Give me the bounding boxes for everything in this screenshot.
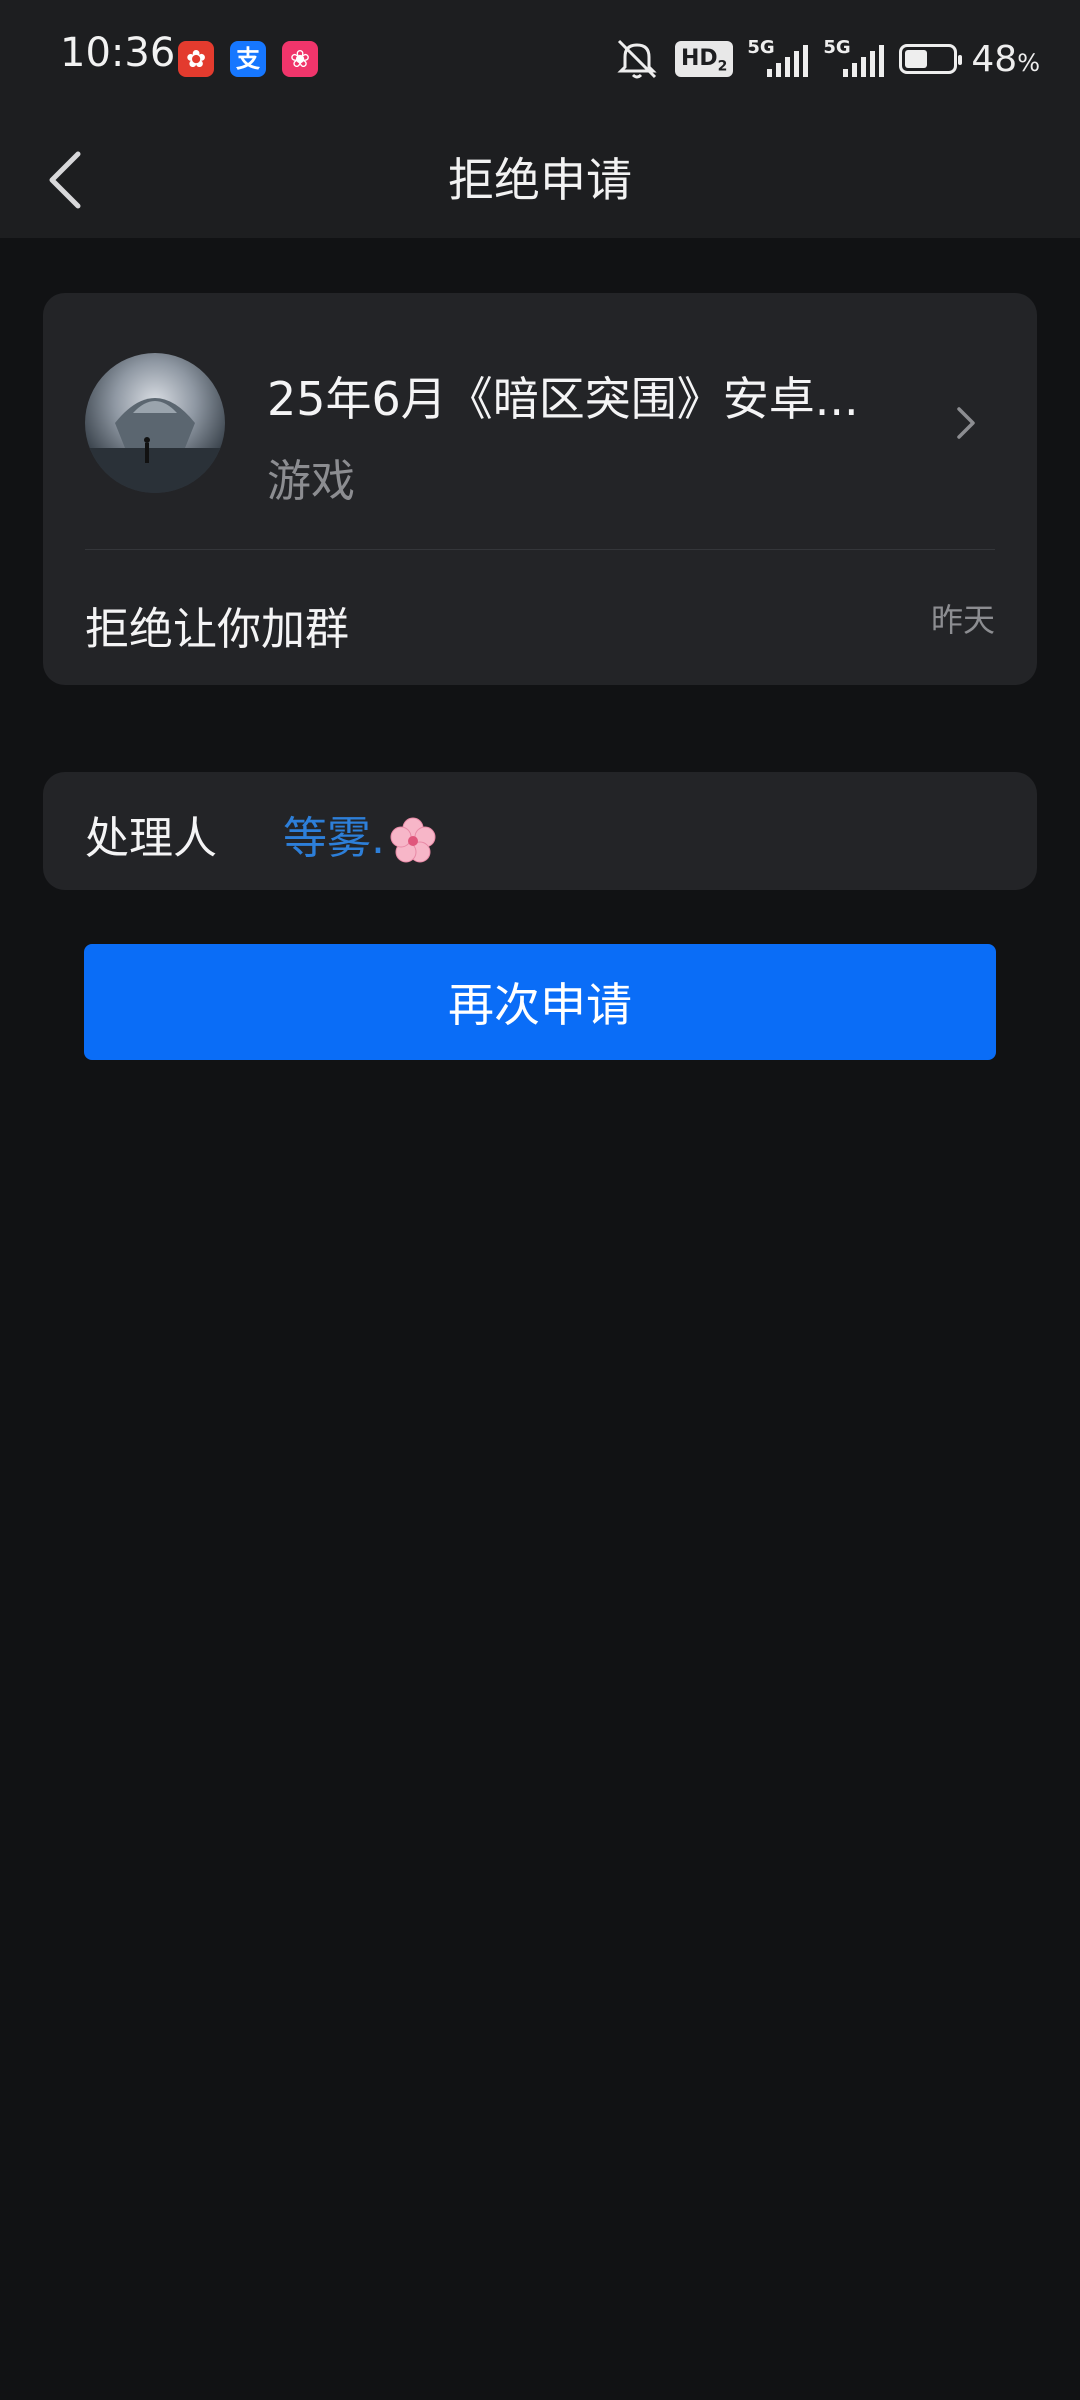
hd-voice-icon: HD2 (674, 41, 734, 77)
app-notification-icon: ✿ (178, 41, 214, 77)
group-avatar[interactable] (85, 353, 225, 493)
group-name[interactable]: 25年6月《暗区突围》安卓... (267, 363, 867, 429)
page-title: 拒绝申请 (448, 153, 632, 207)
chevron-right-icon[interactable] (951, 403, 981, 443)
handler-name[interactable]: 等雾. (283, 813, 385, 864)
status-bar: 10:36 ✿ 支 ❀ HD2 5G 5G 48% (0, 0, 1080, 120)
handler-name-link[interactable]: 等雾. (283, 802, 437, 866)
mute-bell-icon (617, 39, 657, 79)
reject-message: 拒绝让你加群 (85, 604, 349, 655)
signal-sim1-icon: 5G (747, 37, 809, 79)
group-card: 25年6月《暗区突围》安卓... 游戏 拒绝让你加群 昨天 (43, 293, 1037, 685)
nav-bar: 拒绝申请 (0, 120, 1080, 238)
handler-card: 处理人 等雾. (43, 772, 1037, 890)
cherry-blossom-icon (390, 817, 436, 863)
status-icons: HD2 5G 5G 48% (613, 34, 1040, 84)
signal-sim2-icon: 5G (823, 37, 885, 79)
reject-time: 昨天 (930, 601, 995, 639)
battery-fill (905, 50, 928, 68)
shopping-app-icon: ❀ (282, 41, 318, 77)
status-time: 10:36 (60, 30, 176, 76)
battery-icon (899, 44, 963, 74)
divider (85, 549, 995, 550)
battery-percent: 48% (971, 38, 1040, 80)
reapply-button[interactable]: 再次申请 (84, 944, 996, 1060)
group-type: 游戏 (267, 456, 355, 507)
alipay-icon: 支 (230, 41, 266, 77)
handler-label: 处理人 (85, 813, 217, 864)
